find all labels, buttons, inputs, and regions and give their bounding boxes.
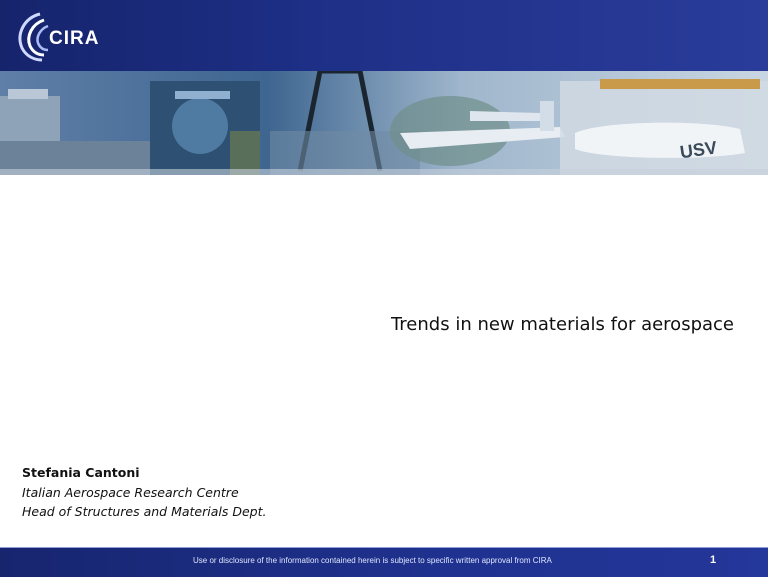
slide-title: Trends in new materials for aerospace — [390, 314, 734, 335]
author-name: Stefania Cantoni — [22, 465, 140, 480]
author-block: Stefania Cantoni Italian Aerospace Resea… — [22, 463, 266, 522]
svg-text:CIRA: CIRA — [49, 28, 99, 49]
author-role: Head of Structures and Materials Dept. — [22, 504, 267, 519]
page-number: 1 — [710, 554, 717, 566]
header-bar: CIRA — [0, 0, 768, 71]
cira-logo: CIRA — [18, 12, 99, 62]
footer-disclaimer: Use or disclosure of the information con… — [193, 556, 552, 565]
author-organization: Italian Aerospace Research Centre — [22, 484, 239, 500]
header-photo-collage: USV — [0, 71, 768, 175]
